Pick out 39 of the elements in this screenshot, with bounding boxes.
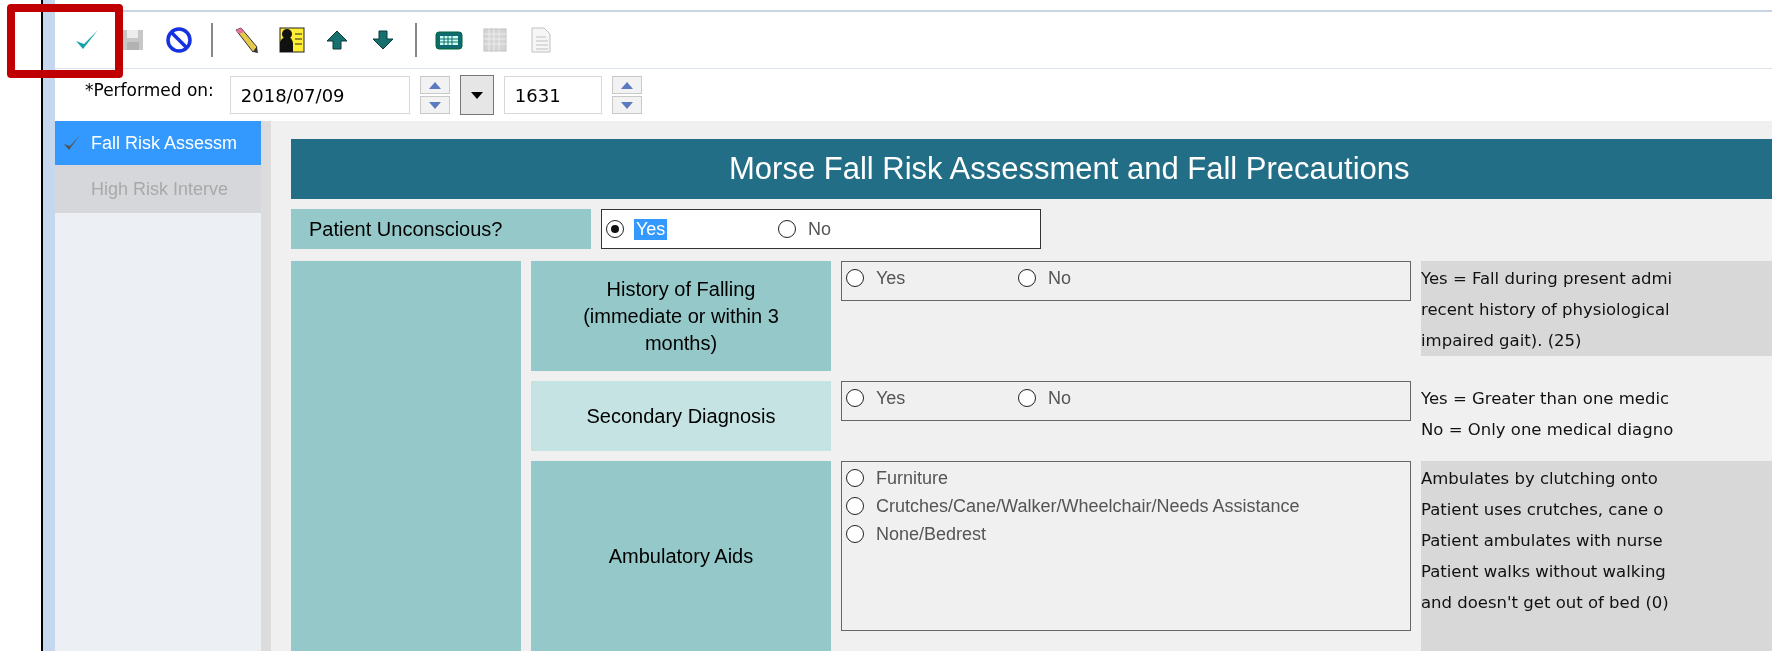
description-line: impaired gait). (25): [1421, 330, 1583, 352]
description-line: No = Only one medical diagno: [1421, 419, 1675, 441]
caret-up-icon: [620, 81, 633, 89]
spin-down-button[interactable]: [611, 96, 642, 114]
caret-down-icon: [470, 91, 483, 99]
radio-option[interactable]: No: [778, 217, 950, 241]
description-line: Patient ambulates with nurse: [1421, 530, 1664, 552]
form-title: Morse Fall Risk Assessment and Fall Precautions: [291, 139, 1772, 199]
performed-on-label: *Performed on:: [85, 80, 214, 100]
question-label: History of Falling (immediate or within 3 months): [531, 261, 831, 371]
description-line: Ambulates by clutching onto: [1421, 468, 1659, 490]
question-label: Ambulatory Aids: [531, 461, 831, 651]
spin-up-button[interactable]: [419, 76, 450, 94]
radio-option[interactable]: No: [1018, 266, 1190, 290]
spin-up-button[interactable]: [611, 76, 642, 94]
time-field[interactable]: 1631: [503, 76, 602, 114]
grid-icon: [480, 25, 510, 55]
description-line: Yes = Fall during present admi: [1421, 268, 1674, 290]
caret-up-icon: [428, 81, 441, 89]
date-field[interactable]: 2018/07/09: [229, 76, 410, 114]
radio-option[interactable]: Furniture: [846, 466, 1406, 490]
radio-option[interactable]: Yes: [846, 266, 1018, 290]
spin-down-button[interactable]: [419, 96, 450, 114]
description-line: Yes = Greater than one medic: [1421, 388, 1671, 410]
caret-down-icon: [428, 101, 441, 109]
person-card-icon: [276, 25, 306, 55]
radio-option[interactable]: None/Bedrest: [846, 522, 1406, 546]
description-line: Patient walks without walking: [1421, 561, 1667, 583]
description-line: recent history of physiological: [1421, 299, 1671, 321]
radio-option[interactable]: Yes: [846, 386, 1018, 410]
description-line: and doesn't get out of bed (0): [1421, 592, 1670, 614]
cancel-icon: [164, 25, 194, 55]
radio-option[interactable]: No: [1018, 386, 1190, 410]
radio-option[interactable]: Crutches/Cane/Walker/Wheelchair/Needs Assistance: [846, 494, 1406, 518]
caret-down-icon: [620, 101, 633, 109]
question-label: Secondary Diagnosis: [531, 381, 831, 451]
dropdown-button[interactable]: [459, 75, 494, 115]
description-line: Patient uses crutches, cane o: [1421, 499, 1665, 521]
question-label: Patient Unconscious?: [291, 209, 591, 249]
